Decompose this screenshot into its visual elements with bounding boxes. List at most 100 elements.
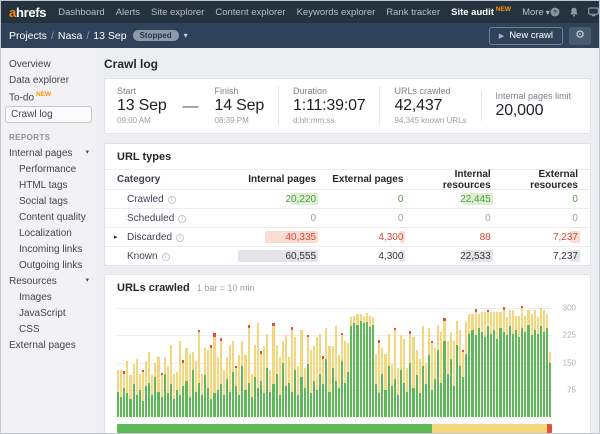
chart-bar[interactable] — [372, 317, 374, 417]
chart-bar[interactable] — [521, 306, 523, 417]
chart-bar[interactable] — [325, 328, 327, 417]
chart-bar[interactable] — [493, 312, 495, 417]
sidebar-item-resources[interactable]: Resources▾ — [1, 273, 96, 289]
chart-bar[interactable] — [217, 357, 219, 417]
nav-item-content-explorer[interactable]: Content explorer — [215, 7, 285, 18]
chart-bar[interactable] — [272, 323, 274, 417]
chart-bar[interactable] — [151, 375, 153, 417]
chart-bar[interactable] — [117, 370, 119, 417]
chart-bar[interactable] — [481, 312, 483, 417]
chart-bar[interactable] — [366, 313, 368, 417]
chart-bar[interactable] — [288, 357, 290, 417]
chart-bar[interactable] — [207, 350, 209, 417]
chart-bar[interactable] — [235, 366, 237, 417]
chevron-down-icon[interactable]: ▾ — [184, 31, 188, 40]
chart-bar[interactable] — [335, 326, 337, 417]
chart-bar[interactable] — [229, 345, 231, 418]
chart-bar[interactable] — [291, 327, 293, 417]
chart-bar[interactable] — [279, 357, 281, 417]
chart-bar[interactable] — [412, 337, 414, 417]
chart-bar[interactable] — [210, 345, 212, 418]
sidebar-item-localization[interactable]: Localization — [1, 225, 96, 241]
column-header-external-pages[interactable]: External pages — [328, 174, 415, 185]
chart-bar[interactable] — [381, 348, 383, 417]
chart-bar[interactable] — [148, 352, 150, 417]
sidebar-item-social-tags[interactable]: Social tags — [1, 193, 96, 209]
help-icon[interactable]: ? — [550, 7, 560, 17]
chart-bar[interactable] — [531, 314, 533, 417]
chart-bar[interactable] — [456, 321, 458, 417]
sidebar-item-data-explorer[interactable]: Data explorer — [1, 72, 96, 88]
chart-bar[interactable] — [518, 316, 520, 418]
chart-bar[interactable] — [244, 355, 246, 417]
chart-bar[interactable] — [524, 316, 526, 418]
category-cell[interactable]: Knowni — [105, 251, 241, 262]
chart-bar[interactable] — [248, 325, 250, 417]
chart-bar[interactable] — [369, 316, 371, 417]
chart-bar[interactable] — [120, 370, 122, 417]
chart-bar[interactable] — [263, 346, 265, 417]
chart-bar[interactable] — [475, 309, 477, 417]
chart-bar[interactable] — [416, 350, 418, 417]
chart-bar[interactable] — [549, 352, 551, 417]
chart-bar[interactable] — [400, 335, 402, 417]
chart-bar[interactable] — [360, 314, 362, 417]
breadcrumb-projects[interactable]: Projects — [9, 30, 47, 42]
chart-bar[interactable] — [344, 341, 346, 417]
chart-bar[interactable] — [471, 314, 473, 417]
sidebar-item-css[interactable]: CSS — [1, 321, 96, 337]
chart-bar[interactable] — [322, 356, 324, 417]
chart-bar[interactable] — [437, 325, 439, 417]
chart-bar[interactable] — [506, 317, 508, 417]
chart-bar[interactable] — [254, 345, 256, 418]
chart-bar[interactable] — [328, 346, 330, 417]
nav-item-dashboard[interactable]: Dashboard — [58, 7, 104, 18]
chart-bar[interactable] — [313, 346, 315, 417]
chart-bar[interactable] — [428, 328, 430, 417]
chart-bar[interactable] — [409, 331, 411, 417]
column-header-category[interactable]: Category — [105, 174, 241, 185]
chart-bar[interactable] — [447, 341, 449, 417]
chart-bar[interactable] — [450, 332, 452, 417]
chart-bar[interactable] — [307, 335, 309, 417]
expand-caret-icon[interactable]: ▸ — [114, 233, 118, 241]
nav-item-keywords-explorer[interactable]: Keywords explorer — [297, 7, 376, 18]
chart-bar[interactable] — [173, 374, 175, 418]
chart-bar[interactable] — [378, 340, 380, 417]
chart-bar[interactable] — [164, 357, 166, 417]
chart-bar[interactable] — [276, 345, 278, 418]
chart-bar[interactable] — [167, 366, 169, 417]
chart-bar[interactable] — [182, 360, 184, 417]
nav-item-alerts[interactable]: Alerts — [116, 7, 140, 18]
chart-bar[interactable] — [350, 317, 352, 417]
chart-bar[interactable] — [129, 375, 131, 417]
chart-bar[interactable] — [179, 341, 181, 417]
chart-bar[interactable] — [515, 316, 517, 418]
chart-bar[interactable] — [123, 371, 125, 417]
chart-bar[interactable] — [338, 355, 340, 417]
chart-bar[interactable] — [204, 348, 206, 417]
chart-bar[interactable] — [431, 341, 433, 417]
chart-bar[interactable] — [484, 312, 486, 417]
chart-bar[interactable] — [220, 338, 222, 417]
chart-bar[interactable] — [465, 321, 467, 417]
sidebar-item-html-tags[interactable]: HTML tags — [1, 177, 96, 193]
chevron-down-icon[interactable]: ▾ — [85, 148, 89, 156]
chart-bar[interactable] — [487, 310, 489, 417]
chart-bar[interactable] — [198, 330, 200, 417]
bell-icon[interactable] — [569, 7, 579, 17]
sidebar-item-incoming-links[interactable]: Incoming links — [1, 241, 96, 257]
chart-bar[interactable] — [251, 374, 253, 418]
category-cell[interactable]: ▸Discardedi — [105, 232, 241, 243]
chart-bar[interactable] — [282, 341, 284, 417]
chart-bar[interactable] — [226, 357, 228, 417]
info-icon[interactable]: i — [168, 196, 176, 204]
chart-bar[interactable] — [300, 330, 302, 417]
chart-bar[interactable] — [478, 314, 480, 417]
chart-bar[interactable] — [304, 368, 306, 417]
chart-bar[interactable] — [384, 354, 386, 417]
breadcrumb-nasa[interactable]: Nasa — [58, 30, 83, 42]
chart-bar[interactable] — [223, 370, 225, 417]
sidebar-item-to-do[interactable]: To-doNEW — [1, 88, 96, 105]
chart-bar[interactable] — [388, 334, 390, 417]
